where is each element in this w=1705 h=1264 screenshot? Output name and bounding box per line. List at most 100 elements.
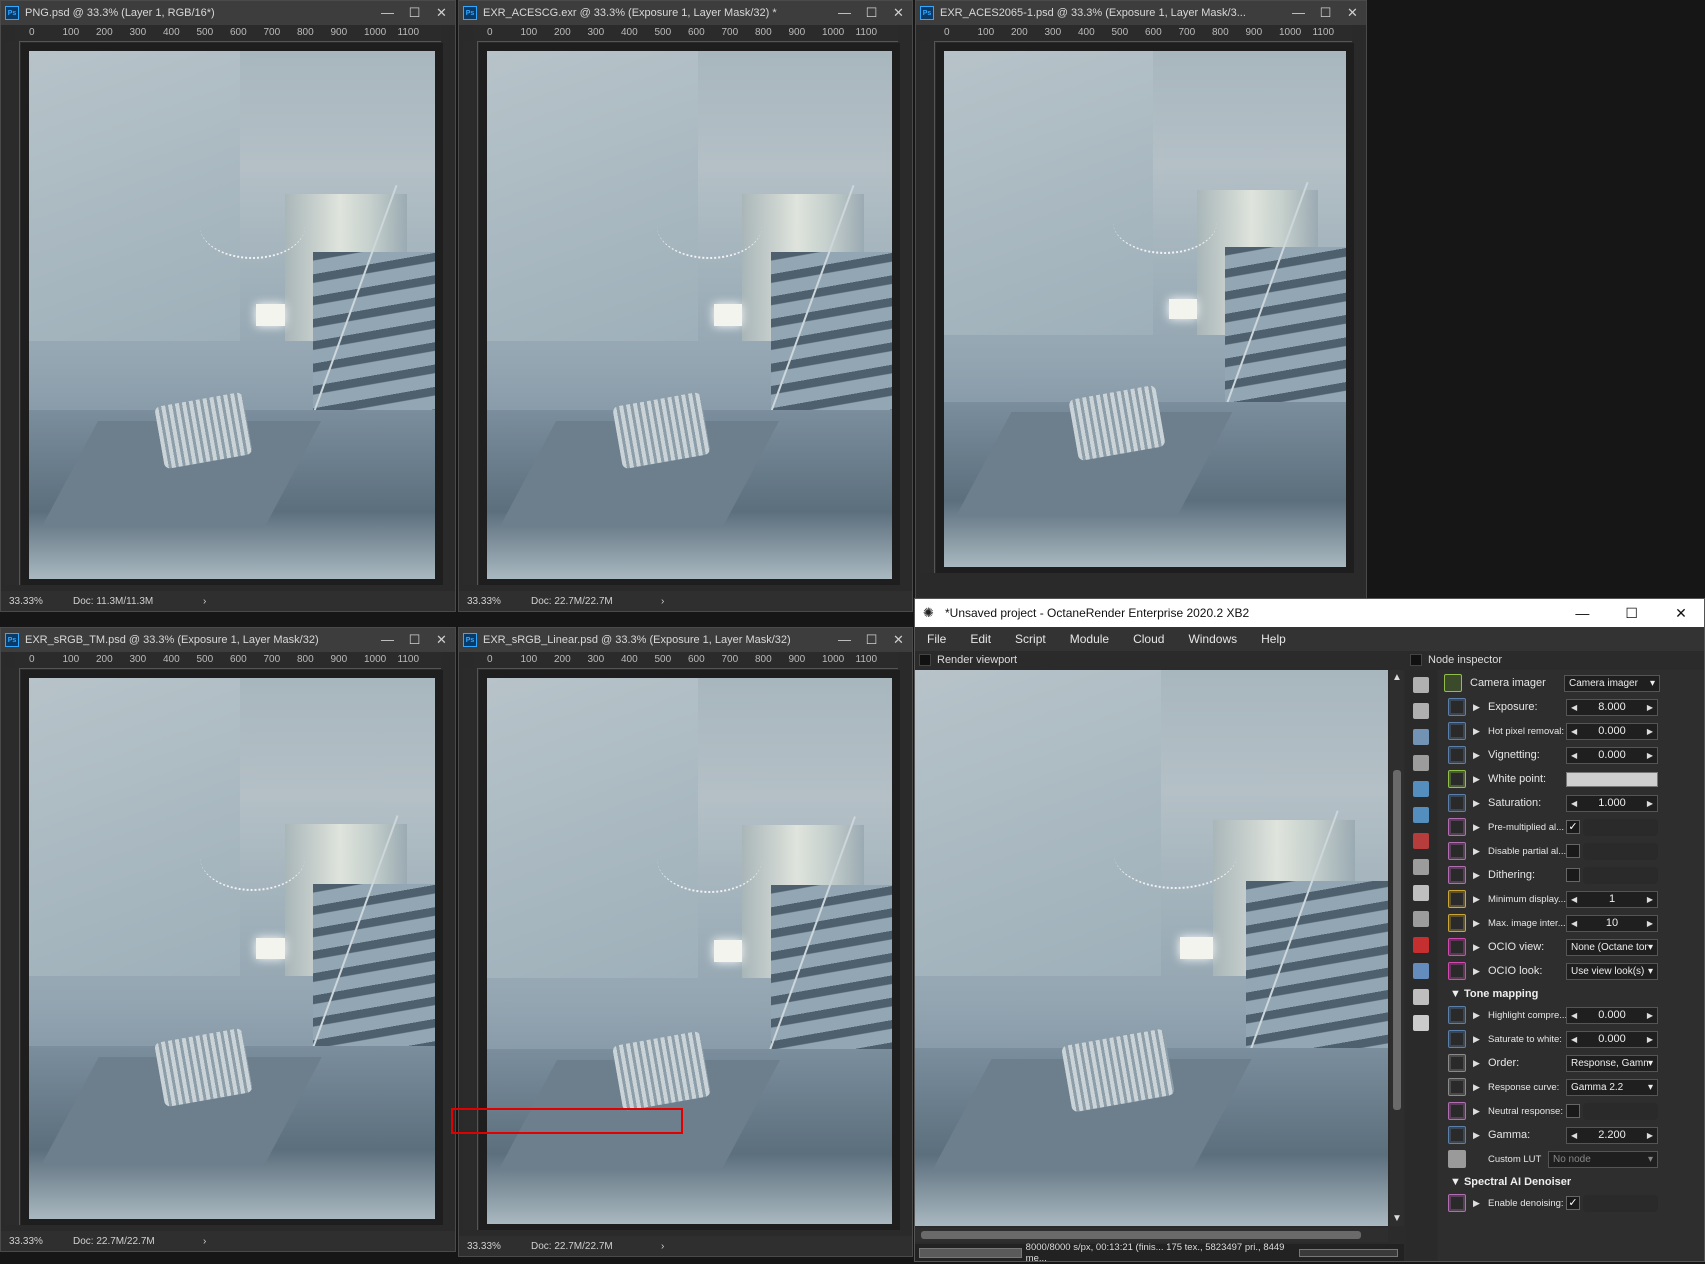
menu-item-cloud[interactable]: Cloud <box>1121 632 1176 646</box>
disable-partial-al-checkbox[interactable] <box>1566 844 1580 858</box>
close-icon[interactable]: ✕ <box>1658 605 1704 622</box>
camera-imager-dropdown[interactable]: Camera imager ▾ <box>1564 674 1660 692</box>
document-title-bar[interactable]: Ps EXR_sRGB_TM.psd @ 33.3% (Exposure 1, … <box>1 628 455 652</box>
chevron-right-icon[interactable]: › <box>661 596 664 607</box>
minimize-icon[interactable]: — <box>1285 5 1312 21</box>
scroll-thumb[interactable] <box>1393 770 1401 1110</box>
spectral-ai-denoiser-section-header[interactable]: ▼ Spectral AI Denoiser <box>1450 1176 1571 1188</box>
cube-red-icon[interactable] <box>1413 937 1429 953</box>
menu-item-file[interactable]: File <box>915 632 958 646</box>
saturation-value-field[interactable]: ◀ 1.000 ▶ <box>1566 794 1658 812</box>
exposure-value-field[interactable]: ◀ 8.000 ▶ <box>1566 698 1658 716</box>
close-icon[interactable]: ✕ <box>428 5 455 21</box>
highlight-compre-value-field[interactable]: ◀ 0.000 ▶ <box>1566 1006 1658 1024</box>
increment-icon[interactable]: ▶ <box>1647 799 1653 808</box>
decrement-icon[interactable]: ◀ <box>1571 1131 1577 1140</box>
camera-icon[interactable] <box>1413 755 1429 771</box>
expand-arrow-icon[interactable]: ▶ <box>1473 1034 1480 1045</box>
pin-type-icon[interactable] <box>1448 1194 1466 1212</box>
decrement-icon[interactable]: ◀ <box>1571 895 1577 904</box>
increment-icon[interactable]: ▶ <box>1647 1035 1653 1044</box>
pin-type-icon[interactable] <box>1448 914 1466 932</box>
scroll-thumb[interactable] <box>921 1231 1361 1239</box>
increment-icon[interactable]: ▶ <box>1647 751 1653 760</box>
pin-type-icon[interactable] <box>1448 1006 1466 1024</box>
expand-arrow-icon[interactable]: ▶ <box>1473 1082 1480 1093</box>
texture-icon[interactable] <box>1413 859 1429 875</box>
expand-arrow-icon[interactable]: ▶ <box>1473 798 1480 809</box>
pin-type-icon[interactable] <box>1448 866 1466 884</box>
photoshop-document-window[interactable]: Ps EXR_ACESCG.exr @ 33.3% (Exposure 1, L… <box>458 0 913 612</box>
cube-blue-icon[interactable] <box>1413 963 1429 979</box>
expand-arrow-icon[interactable]: ▶ <box>1473 918 1480 929</box>
vertical-ruler[interactable] <box>463 41 478 585</box>
decrement-icon[interactable]: ◀ <box>1571 727 1577 736</box>
render-viewport[interactable] <box>915 670 1388 1226</box>
maximize-icon[interactable]: ☐ <box>1312 5 1339 21</box>
enable-denoising-checkbox[interactable]: ✓ <box>1566 1196 1580 1210</box>
photoshop-document-window[interactable]: Ps EXR_sRGB_Linear.psd @ 33.3% (Exposure… <box>458 627 913 1257</box>
vertical-ruler[interactable] <box>463 668 478 1230</box>
pin-type-icon[interactable] <box>1448 962 1466 980</box>
minimize-icon[interactable]: — <box>374 5 401 21</box>
menu-item-help[interactable]: Help <box>1249 632 1298 646</box>
imager-icon[interactable] <box>1413 989 1429 1005</box>
minimize-icon[interactable]: — <box>374 632 401 648</box>
scroll-up-icon[interactable]: ▲ <box>1392 672 1402 683</box>
expand-arrow-icon[interactable]: ▶ <box>1473 1058 1480 1069</box>
pin-type-icon[interactable] <box>1448 698 1466 716</box>
pin-type-icon[interactable] <box>1448 1126 1466 1144</box>
pin-type-icon[interactable] <box>1448 1054 1466 1072</box>
max-image-inter-value-field[interactable]: ◀ 10 ▶ <box>1566 914 1658 932</box>
graph-icon[interactable] <box>1413 911 1429 927</box>
document-title-bar[interactable]: Ps EXR_ACESCG.exr @ 33.3% (Exposure 1, L… <box>459 1 912 25</box>
environment-icon[interactable] <box>1413 781 1429 797</box>
horizontal-ruler[interactable]: 0 100 200 300 400 500 600 700 800 900 1000 1100 <box>15 25 441 42</box>
expand-arrow-icon[interactable]: ▶ <box>1473 1130 1480 1141</box>
zoom-level[interactable]: 33.33% <box>467 1241 531 1252</box>
expand-arrow-icon[interactable]: ▶ <box>1473 966 1480 977</box>
stack-icon[interactable] <box>1413 703 1429 719</box>
decrement-icon[interactable]: ◀ <box>1571 1011 1577 1020</box>
chevron-right-icon[interactable]: › <box>661 1241 664 1252</box>
document-canvas[interactable] <box>936 43 1354 573</box>
decrement-icon[interactable]: ◀ <box>1571 919 1577 928</box>
expand-arrow-icon[interactable]: ▶ <box>1473 702 1480 713</box>
expand-arrow-icon[interactable]: ▶ <box>1473 1106 1480 1117</box>
pin-type-icon[interactable] <box>1448 794 1466 812</box>
zoom-level[interactable]: 33.33% <box>9 596 73 607</box>
vertical-ruler[interactable] <box>5 41 20 585</box>
order-dropdown[interactable]: Response, Gamm...▾ <box>1566 1054 1658 1072</box>
pin-type-icon[interactable] <box>1448 1102 1466 1120</box>
increment-icon[interactable]: ▶ <box>1647 895 1653 904</box>
decrement-icon[interactable]: ◀ <box>1571 703 1577 712</box>
expand-arrow-icon[interactable]: ▶ <box>1473 822 1480 833</box>
maximize-icon[interactable]: ☐ <box>858 632 885 648</box>
close-icon[interactable]: ✕ <box>1339 5 1366 21</box>
menu-item-module[interactable]: Module <box>1058 632 1121 646</box>
vertical-ruler[interactable] <box>920 41 935 573</box>
panel-toggle-icon[interactable] <box>919 654 931 666</box>
minimize-icon[interactable]: — <box>831 5 858 21</box>
image-icon[interactable] <box>1413 729 1429 745</box>
vertical-ruler[interactable] <box>5 668 20 1225</box>
menu-item-windows[interactable]: Windows <box>1176 632 1249 646</box>
viewport-horizontal-scrollbar[interactable] <box>915 1228 1388 1242</box>
minimize-icon[interactable]: — <box>831 632 858 648</box>
chevron-right-icon[interactable]: › <box>203 1236 206 1247</box>
pin-type-icon[interactable] <box>1448 938 1466 956</box>
scroll-down-icon[interactable]: ▼ <box>1392 1213 1402 1224</box>
chevron-right-icon[interactable]: › <box>203 596 206 607</box>
minimize-icon[interactable]: — <box>1559 605 1605 621</box>
pin-type-icon[interactable] <box>1448 818 1466 836</box>
maximize-icon[interactable]: ☐ <box>858 5 885 21</box>
photoshop-document-window[interactable]: Ps EXR_sRGB_TM.psd @ 33.3% (Exposure 1, … <box>0 627 456 1252</box>
dithering-checkbox[interactable] <box>1566 868 1580 882</box>
panel-toggle-icon[interactable] <box>1410 654 1422 666</box>
neutral-response-checkbox[interactable] <box>1566 1104 1580 1118</box>
paint-icon[interactable] <box>1413 833 1429 849</box>
photoshop-document-window[interactable]: Ps EXR_ACES2065-1.psd @ 33.3% (Exposure … <box>915 0 1367 600</box>
zoom-level[interactable]: 33.33% <box>9 1236 73 1247</box>
document-canvas[interactable] <box>21 43 443 585</box>
expand-arrow-icon[interactable]: ▶ <box>1473 1198 1480 1209</box>
